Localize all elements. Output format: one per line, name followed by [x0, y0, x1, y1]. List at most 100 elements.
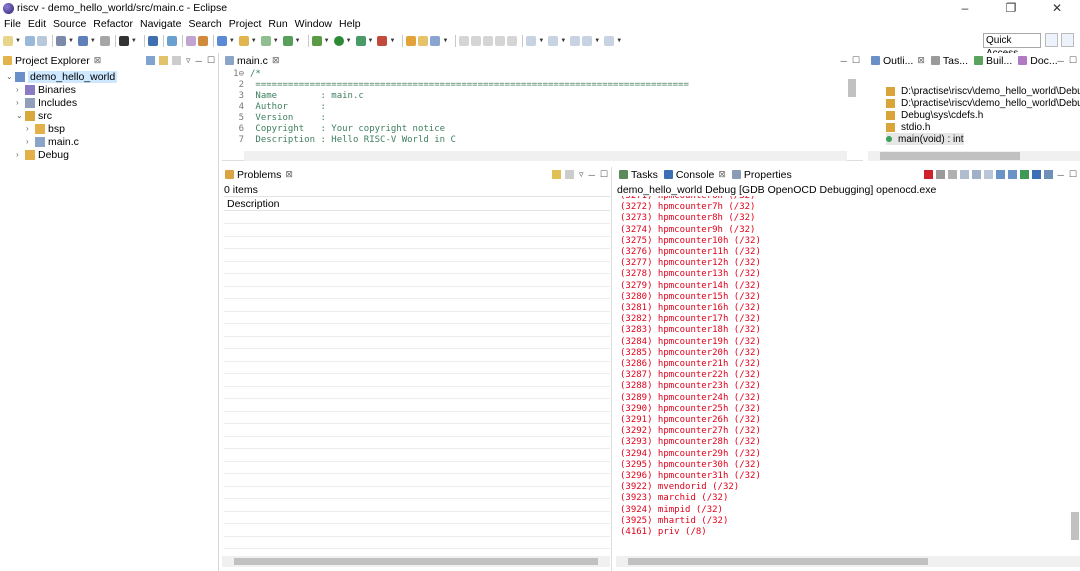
outline-item[interactable]: main(void) : int: [886, 133, 964, 145]
minimize-pane-icon[interactable]: ─: [1058, 170, 1064, 180]
debug-icon[interactable]: [311, 35, 322, 46]
expanded-twisty-icon[interactable]: ⌄: [16, 111, 25, 120]
new-c-project-icon[interactable]: [216, 35, 227, 46]
outline-item[interactable]: stdio.h: [886, 121, 930, 133]
minimize-pane-icon[interactable]: ─: [589, 170, 595, 180]
scroll-thumb[interactable]: [880, 152, 1020, 160]
target-dropdown-icon[interactable]: ▼: [131, 38, 137, 44]
show-on-stderr-icon[interactable]: [1007, 170, 1017, 179]
outline-item[interactable]: D:\practise\riscv\demo_hello_world\Debug…: [886, 97, 1080, 109]
new-class-dropdown-icon[interactable]: ▼: [273, 38, 279, 44]
terminate-icon[interactable]: [923, 170, 933, 179]
forward-icon[interactable]: [604, 35, 615, 46]
tree-item[interactable]: ⌄ demo_hello_world: [6, 70, 118, 83]
clean-icon[interactable]: [99, 35, 110, 46]
configurations-dropdown-icon[interactable]: ▼: [68, 38, 74, 44]
clear-console-icon[interactable]: [959, 170, 969, 179]
open-element-icon[interactable]: [197, 35, 208, 46]
toggle-mark-icon[interactable]: [459, 35, 470, 46]
minimize-view-icon[interactable]: ▿: [579, 169, 584, 180]
tab-tasks[interactable]: Tasks: [616, 167, 661, 182]
back-dropdown-icon[interactable]: ▼: [594, 38, 600, 44]
menu-window[interactable]: Window: [295, 18, 332, 30]
problems-horizontal-scrollbar[interactable]: [222, 556, 610, 567]
menu-file[interactable]: File: [4, 18, 21, 30]
external-tools-icon[interactable]: [377, 35, 388, 46]
remove-launch-icon[interactable]: [935, 170, 945, 179]
tab-properties[interactable]: Properties: [729, 167, 795, 182]
outline-item[interactable]: Debug\sys\cdefs.h: [886, 109, 983, 121]
quick-access-field[interactable]: Quick Access: [983, 33, 1041, 59]
tab-outline-2[interactable]: Buil...: [971, 53, 1015, 68]
c-cpp-perspective-icon[interactable]: [1061, 33, 1074, 47]
minimize-pane-icon[interactable]: ─: [1058, 56, 1064, 66]
minimize-pane-icon[interactable]: ─: [196, 56, 202, 66]
display-console-icon[interactable]: [1031, 170, 1041, 179]
minimize-pane-icon[interactable]: ─: [841, 56, 847, 66]
view-menu-icon[interactable]: [565, 170, 574, 179]
maximize-pane-icon[interactable]: ☐: [1069, 169, 1077, 180]
maximize-pane-icon[interactable]: ☐: [207, 55, 215, 66]
collapsed-twisty-icon[interactable]: ›: [26, 137, 35, 146]
tree-item[interactable]: › bsp: [26, 122, 65, 135]
menu-edit[interactable]: Edit: [28, 18, 46, 30]
open-type-icon[interactable]: [185, 35, 196, 46]
menu-project[interactable]: Project: [229, 18, 262, 30]
tab-project-explorer[interactable]: Project Explorer ⊠: [0, 53, 105, 68]
close-tab-icon[interactable]: ⊠: [94, 55, 102, 66]
debug-dropdown-icon[interactable]: ▼: [324, 38, 330, 44]
console-vertical-scrollbar[interactable]: [1070, 196, 1080, 553]
collapsed-twisty-icon[interactable]: ›: [26, 124, 35, 133]
console-output[interactable]: (3271) hpmcounter6h (/32) (3272) hpmcount…: [620, 196, 1066, 546]
build-icon[interactable]: [77, 35, 88, 46]
coverage-icon[interactable]: [355, 35, 366, 46]
new-folder-dropdown-icon[interactable]: ▼: [251, 38, 257, 44]
pin-console-icon[interactable]: [1019, 170, 1029, 179]
scroll-thumb[interactable]: [1071, 512, 1079, 540]
tab-outline-1[interactable]: Tas...: [928, 53, 971, 68]
tree-item[interactable]: › Binaries: [16, 83, 76, 96]
previous-annotation-icon[interactable]: [548, 35, 559, 46]
column-header-description[interactable]: Description: [224, 197, 610, 211]
new-source-folder-icon[interactable]: [238, 35, 249, 46]
toggle-block-icon[interactable]: [471, 35, 482, 46]
scroll-thumb[interactable]: [628, 558, 928, 565]
link-with-editor-icon[interactable]: [159, 56, 168, 65]
console-horizontal-scrollbar[interactable]: [616, 556, 1080, 567]
menu-navigate[interactable]: Navigate: [140, 18, 181, 30]
menu-help[interactable]: Help: [339, 18, 361, 30]
close-tab-icon[interactable]: ⊠: [917, 55, 925, 66]
close-tab-icon[interactable]: ⊠: [718, 169, 726, 180]
word-wrap-icon[interactable]: [983, 170, 993, 179]
coverage-dropdown-icon[interactable]: ▼: [368, 38, 374, 44]
tab-outline-0[interactable]: Outli... ⊠: [868, 53, 928, 68]
build-dropdown-icon[interactable]: ▼: [90, 38, 96, 44]
show-whitespace-icon[interactable]: [483, 35, 494, 46]
manage-configurations-icon[interactable]: [55, 35, 66, 46]
restore-button[interactable]: ❐: [988, 0, 1034, 16]
tree-item[interactable]: › Includes: [16, 96, 77, 109]
maximize-pane-icon[interactable]: ☐: [1069, 55, 1077, 66]
close-button[interactable]: ✕: [1034, 0, 1080, 16]
previous-annotation-dropdown-icon[interactable]: ▼: [560, 38, 566, 44]
menu-refactor[interactable]: Refactor: [93, 18, 133, 30]
open-perspective-icon[interactable]: [1045, 33, 1058, 47]
tree-item[interactable]: ⌄ src: [16, 109, 52, 122]
run-dropdown-icon[interactable]: ▼: [346, 38, 352, 44]
open-console-icon[interactable]: [1043, 170, 1053, 179]
last-edit-icon[interactable]: [570, 35, 581, 46]
minimize-view-icon[interactable]: ▿: [186, 55, 191, 66]
maximize-pane-icon[interactable]: ☐: [600, 169, 608, 180]
new-file-icon[interactable]: [3, 35, 13, 46]
back-icon[interactable]: [582, 35, 593, 46]
collapsed-twisty-icon[interactable]: ›: [16, 98, 25, 107]
view-menu-icon[interactable]: [172, 56, 181, 65]
outline-item[interactable]: D:\practise\riscv\demo_hello_world\Debug…: [886, 85, 1080, 97]
block-selection-icon[interactable]: [507, 35, 518, 46]
menu-run[interactable]: Run: [268, 18, 287, 30]
word-wrap-icon[interactable]: [495, 35, 506, 46]
expanded-twisty-icon[interactable]: ⌄: [6, 72, 15, 81]
forward-dropdown-icon[interactable]: ▼: [616, 38, 622, 44]
code-area[interactable]: 1⊖/* 2 ==================================…: [222, 69, 847, 151]
outline-horizontal-scrollbar[interactable]: [868, 151, 1080, 161]
